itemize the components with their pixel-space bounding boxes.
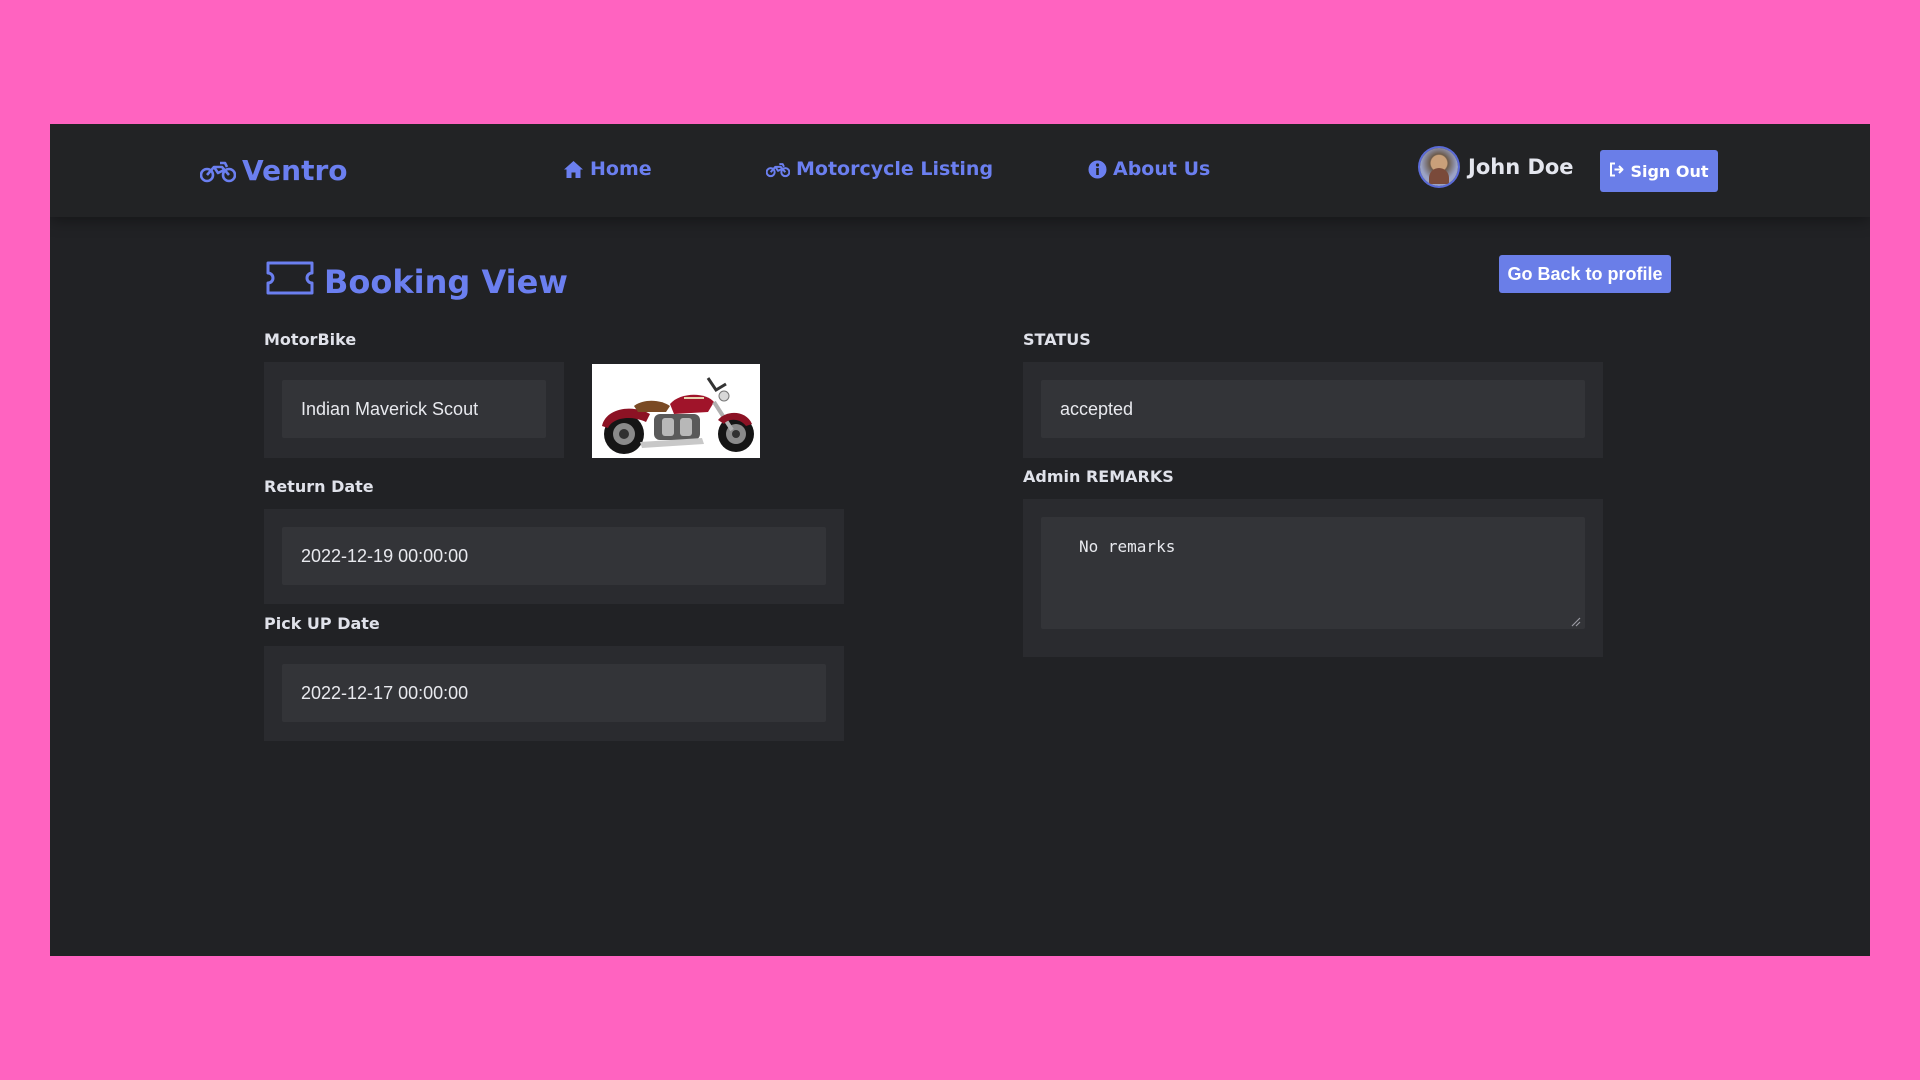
motorbike-label: MotorBike <box>264 330 357 349</box>
admin-remarks-label: Admin REMARKS <box>1023 467 1174 486</box>
navbar: Ventro Home Motorcycle Listing About Us … <box>50 124 1870 217</box>
status-label: STATUS <box>1023 330 1091 349</box>
return-date-label: Return Date <box>264 477 374 496</box>
motorcycle-icon <box>200 159 236 183</box>
page-title: Booking View <box>264 260 568 304</box>
status-panel: accepted <box>1023 362 1603 458</box>
motorbike-panel: Indian Maverick Scout <box>264 362 564 458</box>
motorbike-field[interactable]: Indian Maverick Scout <box>282 380 546 438</box>
sign-out-label: Sign Out <box>1630 161 1709 181</box>
resize-grip-icon[interactable] <box>1571 617 1581 627</box>
brand-name: Ventro <box>242 154 348 187</box>
go-back-to-profile-button[interactable]: Go Back to profile <box>1499 255 1671 293</box>
info-icon <box>1088 160 1107 179</box>
sign-out-button[interactable]: Sign Out <box>1600 150 1718 192</box>
home-icon <box>563 160 584 179</box>
return-date-panel: 2022-12-19 00:00:00 <box>264 509 844 604</box>
ticket-icon <box>264 260 316 304</box>
nav-link-label: About Us <box>1113 158 1211 180</box>
nav-link-motorcycle-listing[interactable]: Motorcycle Listing <box>766 158 993 180</box>
admin-remarks-panel: No remarks <box>1023 499 1603 657</box>
pickup-date-label: Pick UP Date <box>264 614 380 633</box>
brand-logo[interactable]: Ventro <box>200 154 348 187</box>
page-title-text: Booking View <box>324 263 568 301</box>
pickup-date-field[interactable]: 2022-12-17 00:00:00 <box>282 664 826 722</box>
avatar <box>1420 148 1458 186</box>
app-window: Ventro Home Motorcycle Listing About Us … <box>50 124 1870 956</box>
user-menu[interactable]: John Doe <box>1420 148 1574 186</box>
pickup-date-panel: 2022-12-17 00:00:00 <box>264 646 844 741</box>
user-name: John Doe <box>1468 155 1574 179</box>
nav-link-label: Home <box>590 158 652 180</box>
sign-out-icon <box>1609 162 1625 181</box>
nav-link-home[interactable]: Home <box>563 158 652 180</box>
nav-link-about-us[interactable]: About Us <box>1088 158 1210 180</box>
status-field[interactable]: accepted <box>1041 380 1585 438</box>
admin-remarks-textarea[interactable]: No remarks <box>1041 517 1585 629</box>
motorcycle-image <box>592 364 760 458</box>
nav-link-label: Motorcycle Listing <box>796 158 994 180</box>
motorcycle-icon <box>766 161 790 178</box>
return-date-field[interactable]: 2022-12-19 00:00:00 <box>282 527 826 585</box>
